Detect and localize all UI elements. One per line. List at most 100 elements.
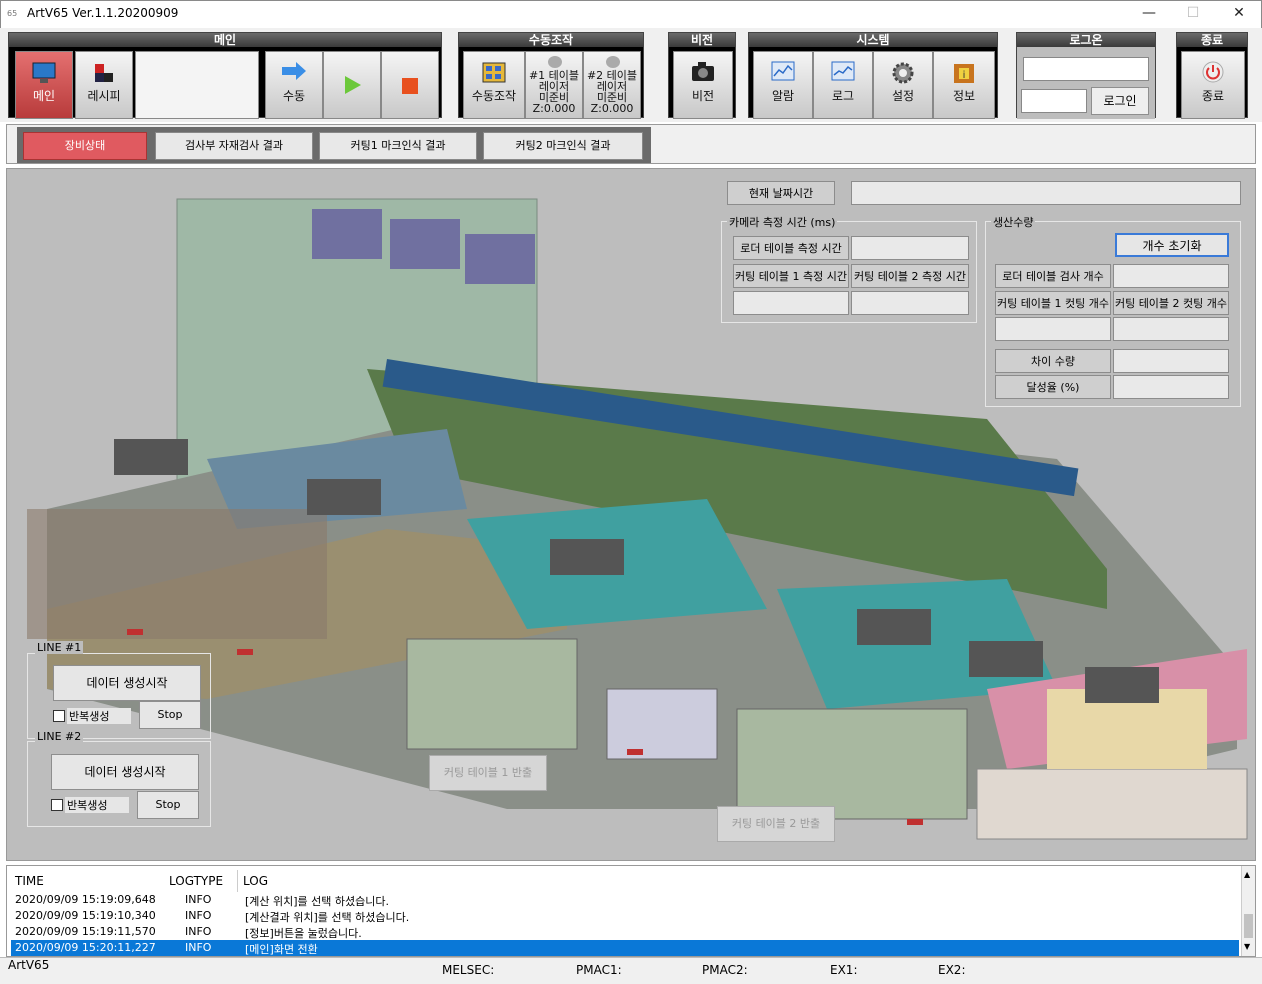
- cut2-count-label: 커팅 테이블 2 컷팅 개수: [1113, 291, 1229, 315]
- vision-group: 비전 비전: [668, 32, 736, 119]
- achieve-rate-label: 달성율 (%): [995, 375, 1111, 399]
- log-chart-icon: [831, 61, 855, 81]
- line2-repeat-label: 반복생성: [65, 797, 129, 813]
- log-type: INFO: [185, 909, 212, 922]
- chart-icon: [771, 61, 795, 81]
- manual-button[interactable]: 수동: [265, 51, 323, 119]
- svg-text:i: i: [963, 70, 966, 81]
- datetime-value: [851, 181, 1241, 205]
- status-pmac2: PMAC2:: [702, 963, 748, 977]
- cut2-time-label: 커팅 테이블 2 측정 시간: [851, 264, 969, 288]
- power-icon: [1202, 61, 1224, 83]
- arrow-right-icon: [282, 62, 306, 80]
- password-field[interactable]: [1021, 89, 1087, 113]
- log-button[interactable]: 로그: [813, 51, 873, 119]
- info-icon: i: [954, 64, 974, 83]
- log-row[interactable]: 2020/09/09 15:19:10,340 INFO [계산결과 위치]를 선택…: [11, 908, 1239, 924]
- stop-icon: [402, 78, 418, 94]
- status-ex2: EX2:: [938, 963, 966, 977]
- line2-start-button[interactable]: 데이터 생성시작: [51, 754, 199, 790]
- vision-button[interactable]: 비전: [673, 51, 733, 119]
- alarm-button[interactable]: 알람: [753, 51, 813, 119]
- log-header-type: LOGTYPE: [169, 874, 224, 888]
- minimize-icon[interactable]: —: [1139, 5, 1159, 23]
- log-header-time: TIME: [15, 874, 44, 888]
- status-display: [135, 51, 259, 119]
- recipe-button[interactable]: 레시피: [75, 51, 133, 119]
- scroll-thumb[interactable]: [1244, 914, 1253, 938]
- achieve-rate-value: [1113, 375, 1229, 399]
- line2-repeat-checkbox[interactable]: [51, 799, 63, 811]
- camera-time-title: 카메라 측정 시간 (ms): [727, 214, 838, 230]
- manual-op-button[interactable]: 수동조작: [463, 51, 525, 119]
- cut1-time-value: [733, 291, 849, 315]
- table1-status-led: [548, 56, 562, 68]
- vision-group-header: 비전: [669, 33, 735, 47]
- log-message: [정보]버튼을 눌렀습니다.: [245, 927, 362, 940]
- log-time: 2020/09/09 15:19:11,570: [15, 925, 156, 938]
- exit-group: 종료 종료: [1176, 32, 1248, 119]
- line1-start-button[interactable]: 데이터 생성시작: [53, 665, 201, 701]
- manual-op-group: 수동조작 수동조작 #1 테이블 레이저 미준비 Z:0.000 #2 테이블 …: [458, 32, 644, 119]
- scroll-down-icon[interactable]: ▼: [1244, 942, 1250, 951]
- log-panel: TIME LOGTYPE LOG 2020/09/09 15:19:09,648…: [6, 865, 1256, 957]
- exit-group-header: 종료: [1177, 33, 1247, 47]
- log-type: INFO: [185, 941, 212, 954]
- cut1-time-label: 커팅 테이블 1 측정 시간: [733, 264, 849, 288]
- exit-button[interactable]: 종료: [1181, 51, 1245, 119]
- info-button[interactable]: i 정보: [933, 51, 995, 119]
- main-button-label: 메인: [32, 89, 56, 103]
- cut2-time-value: [851, 291, 969, 315]
- system-group: 시스템 알람 로그 설정 i 정보: [748, 32, 998, 119]
- log-row[interactable]: 2020/09/09 15:19:11,570 INFO [정보]버튼을 눌렀습니다…: [11, 924, 1239, 940]
- start-button[interactable]: [323, 51, 381, 119]
- scroll-up-icon[interactable]: ▲: [1244, 870, 1250, 879]
- manual-op-group-header: 수동조작: [459, 33, 643, 47]
- recipe-button-label: 레시피: [87, 89, 121, 103]
- log-message: [메인]화면 전환: [245, 943, 318, 956]
- table2-laser-status: #2 테이블 레이저 미준비 Z:0.000: [583, 51, 641, 119]
- log-scrollbar[interactable]: ▲ ▼: [1241, 866, 1255, 956]
- tab-equipment-status[interactable]: 장비상태: [23, 132, 147, 160]
- log-message: [계산 위치]를 선택 하셨습니다.: [245, 895, 390, 908]
- production-title: 생산수량: [991, 214, 1036, 230]
- user-id-field[interactable]: [1023, 57, 1149, 81]
- log-row-selected[interactable]: 2020/09/09 15:20:11,227 INFO [메인]화면 전환: [11, 940, 1239, 956]
- login-button[interactable]: 로그인: [1091, 87, 1149, 115]
- log-message: [계산결과 위치]를 선택 하셨습니다.: [245, 911, 410, 924]
- vision-button-label: 비전: [691, 89, 715, 103]
- tab-cutting2-mark[interactable]: 커팅2 마크인식 결과: [483, 132, 643, 160]
- log-type: INFO: [185, 925, 212, 938]
- close-icon[interactable]: ✕: [1229, 5, 1249, 23]
- log-time: 2020/09/09 15:20:11,227: [15, 941, 156, 954]
- log-type: INFO: [185, 893, 212, 906]
- recipe-icon: [95, 64, 113, 82]
- log-time: 2020/09/09 15:19:09,648: [15, 893, 156, 906]
- tab-group: 장비상태 검사부 자재검사 결과 커팅1 마크인식 결과 커팅2 마크인식 결과: [17, 127, 651, 163]
- settings-button[interactable]: 설정: [873, 51, 933, 119]
- line1-repeat-checkbox[interactable]: [53, 710, 65, 722]
- log-row[interactable]: 2020/09/09 15:19:09,648 INFO [계산 위치]를 선택 하…: [11, 892, 1239, 908]
- tab-cutting1-mark[interactable]: 커팅1 마크인식 결과: [319, 132, 477, 160]
- play-icon: [345, 76, 361, 94]
- toolbar: 메인 메인 레시피 수동 수동조작 수동조작 #1 테이블 레이저 미준비 Z:…: [0, 28, 1262, 122]
- maximize-icon[interactable]: ☐: [1183, 5, 1203, 23]
- reset-count-button[interactable]: 개수 초기화: [1115, 233, 1229, 257]
- main-button[interactable]: 메인: [15, 51, 73, 119]
- cut1-count-value: [995, 317, 1111, 341]
- datetime-label: 현재 날짜시간: [727, 181, 835, 205]
- line1-stop-button[interactable]: Stop: [139, 701, 201, 729]
- log-header-divider: [237, 870, 238, 892]
- stop-button[interactable]: [381, 51, 439, 119]
- cutting-table1-return-button[interactable]: 커팅 테이블 1 반출: [429, 755, 547, 791]
- main-group: 메인 메인 레시피 수동: [8, 32, 442, 119]
- cutting-table2-return-button[interactable]: 커팅 테이블 2 반출: [717, 806, 835, 842]
- line2-stop-button[interactable]: Stop: [137, 791, 199, 819]
- login-group-header: 로그온: [1017, 33, 1155, 47]
- line1-title: LINE #1: [35, 641, 84, 654]
- loader-time-value: [851, 236, 969, 260]
- tab-inspection-result[interactable]: 검사부 자재검사 결과: [155, 132, 313, 160]
- table2-z: Z:0.000: [590, 102, 634, 115]
- diff-count-value: [1113, 349, 1229, 373]
- system-group-header: 시스템: [749, 33, 997, 47]
